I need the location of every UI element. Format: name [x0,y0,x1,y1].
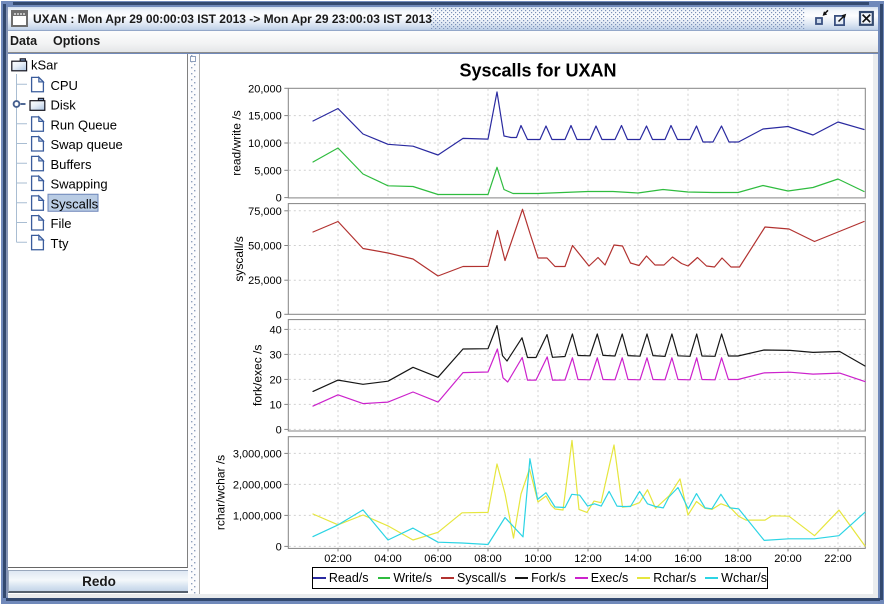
svg-text:Run Queue: Run Queue [51,117,118,132]
svg-text:14:00: 14:00 [624,553,652,565]
svg-text:20,000: 20,000 [248,83,282,95]
svg-text:0: 0 [276,193,282,205]
svg-text:Syscalls: Syscalls [51,196,99,211]
svg-text:0: 0 [276,309,282,321]
svg-text:12:00: 12:00 [574,553,602,565]
svg-text:20:00: 20:00 [774,553,802,565]
svg-text:0: 0 [276,424,282,436]
svg-text:Swapping: Swapping [51,177,108,192]
svg-text:2,000,000: 2,000,000 [233,479,282,491]
svg-text:Disk: Disk [51,98,77,113]
svg-text:Tty: Tty [51,236,70,251]
svg-text:50,000: 50,000 [248,241,282,253]
svg-text:kSar: kSar [31,58,58,73]
svg-text:Buffers: Buffers [51,157,92,172]
svg-text:18:00: 18:00 [724,553,752,565]
svg-text:08:00: 08:00 [474,553,502,565]
svg-text:02:00: 02:00 [324,553,352,565]
svg-text:10,000: 10,000 [248,138,282,150]
svg-text:16:00: 16:00 [674,553,702,565]
svg-text:5,000: 5,000 [254,165,282,177]
svg-text:Syscalls for UXAN: Syscalls for UXAN [459,61,616,81]
svg-text:Swap queue: Swap queue [51,137,123,152]
svg-text:3,000,000: 3,000,000 [233,448,282,460]
svg-text:read/write /s: read/write /s [230,110,244,175]
svg-text:syscall/s: syscall/s [232,236,246,281]
svg-text:1,000,000: 1,000,000 [233,510,282,522]
svg-text:75,000: 75,000 [248,206,282,218]
svg-text:04:00: 04:00 [374,553,402,565]
svg-text:15,000: 15,000 [248,111,282,123]
svg-text:20: 20 [270,374,282,386]
svg-text:22:00: 22:00 [824,553,852,565]
svg-text:CPU: CPU [51,78,78,93]
svg-text:06:00: 06:00 [424,553,452,565]
svg-text:30: 30 [270,349,282,361]
svg-text:25,000: 25,000 [248,275,282,287]
svg-text:File: File [51,216,72,231]
svg-text:0: 0 [276,541,282,553]
svg-text:rchar/wchar /s: rchar/wchar /s [214,455,228,530]
svg-text:10:00: 10:00 [524,553,552,565]
svg-text:10: 10 [270,399,282,411]
svg-text:40: 40 [270,324,282,336]
svg-text:fork/exec /s: fork/exec /s [251,345,265,406]
